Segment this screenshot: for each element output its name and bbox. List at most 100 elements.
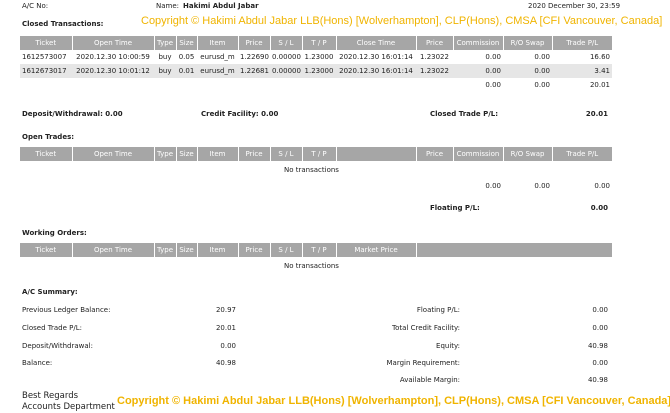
working-header-row: Ticket Open Time Type Size Item Price S … (20, 243, 612, 257)
col-sl: S / L (270, 243, 303, 257)
close-time-cell: 2020.12.30 16:01:14 (339, 53, 413, 61)
col-item: Item (197, 36, 239, 50)
total-commission: 0.00 (485, 81, 501, 89)
total-trade-pl: 0.00 (594, 182, 610, 190)
totals-row: 0.00 0.00 0.00 (20, 179, 612, 193)
col-open-time: Open Time (72, 243, 155, 257)
summary-floating-pl-label: Floating P/L: (416, 306, 460, 314)
col-ro-swap: R/O Swap (503, 36, 553, 50)
summary-margin-req-label: Margin Requirement: (386, 359, 460, 367)
col-trade-pl: Trade P/L (552, 36, 612, 50)
watermark-bottom: Copyright © Hakimi Abdul Jabar LLB(Hons)… (117, 395, 670, 407)
summary-equity-label: Equity: (436, 342, 460, 350)
closed-transactions-title: Closed Transactions: (22, 20, 104, 28)
floating-pl-label: Floating P/L: (430, 204, 480, 212)
credit-facility: Credit Facility: 0.00 (201, 110, 279, 118)
summary-available-margin-label: Available Margin: (399, 376, 460, 384)
size-cell: 0.05 (178, 53, 195, 61)
open-header-row: Ticket Open Time Type Size Item Price S … (20, 147, 612, 161)
col-open-time: Open Time (72, 36, 155, 50)
summary-deposit-label: Deposit/Withdrawal: (22, 342, 93, 350)
ticket-cell: 1612673017 (20, 64, 72, 78)
col-ticket: Ticket (20, 243, 73, 257)
summary-title: A/C Summary: (22, 288, 78, 296)
col-market-price: Market Price (336, 243, 417, 257)
col-sl: S / L (270, 147, 303, 161)
col-item: Item (197, 243, 239, 257)
sl-cell: 0.00000 (270, 64, 302, 78)
totals-row: 0.00 0.00 20.01 (20, 78, 612, 92)
type-cell: buy (158, 53, 172, 61)
closed-pl-label: Closed Trade P/L: (430, 110, 499, 118)
empty-row: No transactions (20, 257, 612, 275)
col-price: Price (238, 243, 271, 257)
total-swap: 0.00 (534, 81, 550, 89)
report-date: 2020 December 30, 23:59 (528, 2, 621, 10)
col-close-time: Close Time (336, 36, 417, 50)
col-size: Size (176, 147, 198, 161)
ticket-cell: 1612573007 (22, 53, 67, 61)
trade-pl-cell: 16.60 (589, 53, 610, 61)
col-commission: Commission (453, 36, 504, 50)
col-ro-swap: R/O Swap (503, 147, 553, 161)
working-orders-table: Ticket Open Time Type Size Item Price S … (20, 243, 612, 275)
swap-cell: 0.00 (503, 64, 552, 78)
col-type: Type (154, 243, 177, 257)
open-time-cell: 2020.12.30 10:01:12 (72, 64, 154, 78)
table-row: 1612573007 2020.12.30 10:00:59 buy 0.05 … (20, 50, 612, 64)
open-time-cell: 2020.12.30 10:00:59 (76, 53, 150, 61)
col-type: Type (154, 36, 177, 50)
watermark-top: Copyright © Hakimi Abdul Jabar LLB(Hons)… (141, 15, 663, 27)
closed-transactions-table: Ticket Open Time Type Size Item Price S … (20, 36, 612, 92)
summary-floating-pl-value: 0.00 (592, 306, 608, 314)
type-cell: buy (154, 64, 176, 78)
summary-prev-ledger-label: Previous Ledger Balance: (22, 306, 111, 314)
ac-no-label: A/C No: (22, 2, 49, 10)
closed-header-row: Ticket Open Time Type Size Item Price S … (20, 36, 612, 50)
size-cell: 0.01 (176, 64, 197, 78)
footer-department: Accounts Department (22, 402, 115, 412)
open-trades-title: Open Trades: (22, 133, 75, 141)
summary-credit-value: 0.00 (592, 324, 608, 332)
col-commission: Commission (453, 147, 504, 161)
deposit-withdrawal: Deposit/Withdrawal: 0.00 (22, 110, 123, 118)
table-row: 1612673017 2020.12.30 10:01:12 buy 0.01 … (20, 64, 612, 78)
col-ticket: Ticket (20, 36, 73, 50)
col-tp: T / P (302, 147, 337, 161)
working-orders-title: Working Orders: (22, 229, 87, 237)
summary-balance-label: Balance: (22, 359, 53, 367)
summary-closed-pl-value: 20.01 (215, 324, 236, 332)
commission-cell: 0.00 (453, 64, 503, 78)
account-name: Hakimi Abdul Jabar (183, 2, 259, 10)
col-ticket: Ticket (20, 147, 73, 161)
swap-cell: 0.00 (534, 53, 550, 61)
summary-prev-ledger-value: 20.97 (215, 306, 236, 314)
empty-row: No transactions (20, 161, 612, 179)
price-cell: 1.22681 (238, 64, 270, 78)
no-transactions-text: No transactions (284, 262, 339, 270)
no-transactions-text: No transactions (284, 166, 339, 174)
col-blank (416, 243, 612, 257)
close-price-cell: 1.23022 (416, 64, 453, 78)
col-trade-pl: Trade P/L (552, 147, 612, 161)
col-type: Type (154, 147, 177, 161)
summary-balance-value: 40.98 (215, 359, 236, 367)
trade-pl-cell: 3.41 (552, 64, 612, 78)
col-price: Price (238, 147, 271, 161)
col-tp: T / P (302, 243, 337, 257)
open-trades-table: Ticket Open Time Type Size Item Price S … (20, 147, 612, 193)
summary-closed-pl-label: Closed Trade P/L: (22, 324, 82, 332)
close-price-cell: 1.23022 (420, 53, 449, 61)
close-time-cell: 2020.12.30 16:01:14 (336, 64, 416, 78)
item-cell: eurusd_m (197, 64, 238, 78)
tp-cell: 1.23000 (302, 64, 336, 78)
floating-pl-value: 0.00 (590, 204, 608, 212)
col-sl: S / L (270, 36, 303, 50)
total-commission: 0.00 (485, 182, 501, 190)
tp-cell: 1.23000 (304, 53, 334, 61)
col-close-price: Price (416, 36, 454, 50)
sl-cell: 0.00000 (272, 53, 301, 61)
col-blank (336, 147, 417, 161)
total-swap: 0.00 (534, 182, 550, 190)
summary-credit-label: Total Credit Facility: (392, 324, 460, 332)
